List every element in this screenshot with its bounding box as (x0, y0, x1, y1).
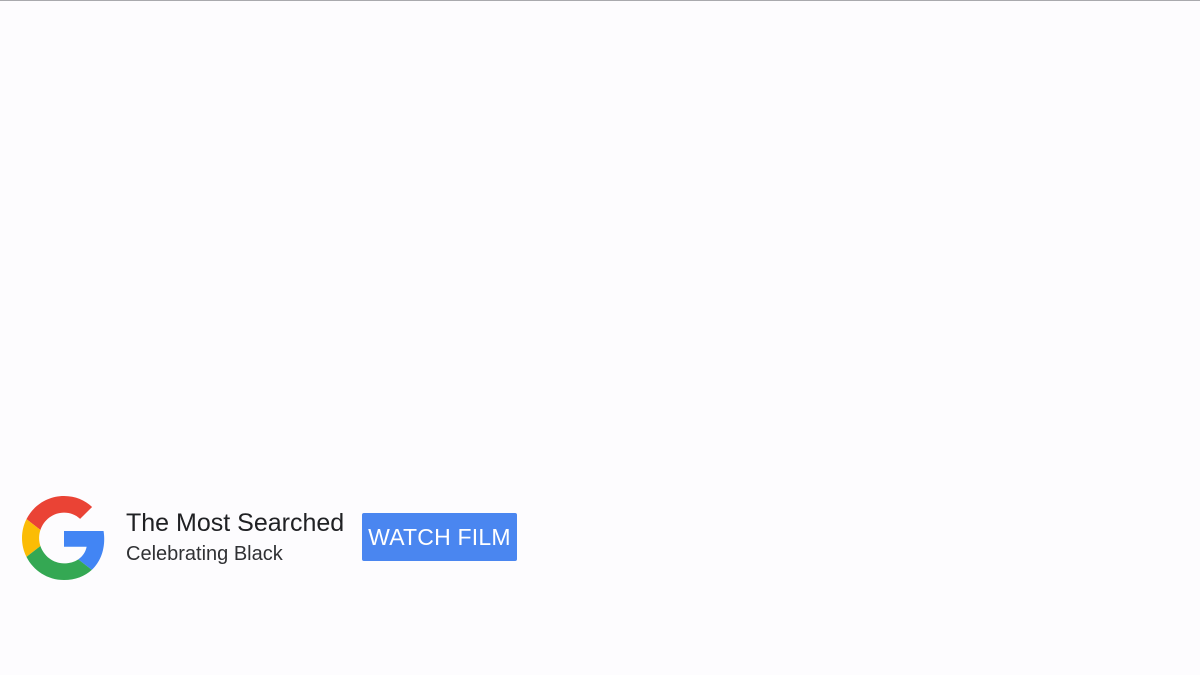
ad-title: The Most Searched (126, 509, 345, 537)
google-logo-icon (22, 494, 106, 582)
google-g-icon (22, 496, 105, 580)
ad-subtitle: Celebrating Black (126, 543, 283, 565)
watch-film-button[interactable]: WATCH FILM (362, 513, 517, 561)
ad-text-block: The Most Searched Celebrating Black (126, 507, 344, 569)
ad-overlay: The Most Searched Celebrating Black WATC… (22, 494, 517, 582)
